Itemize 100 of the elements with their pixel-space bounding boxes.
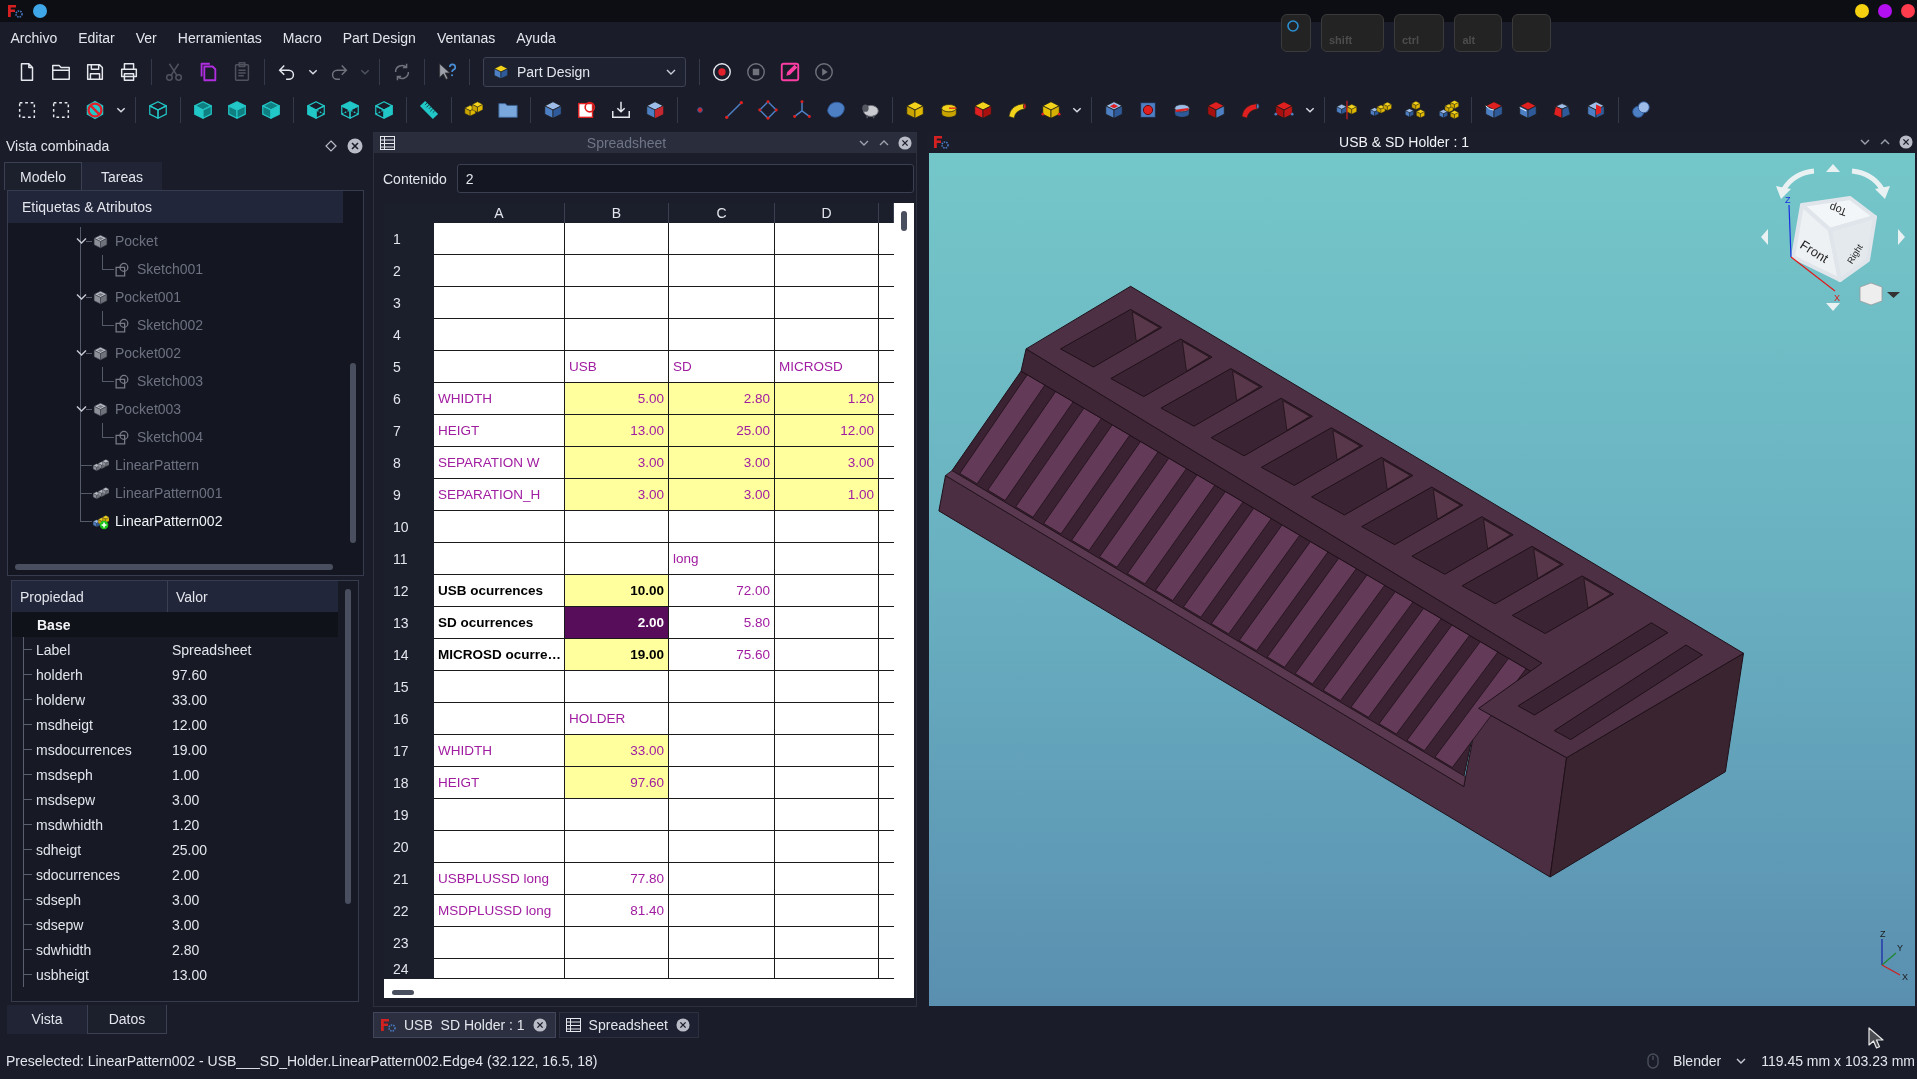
table-cell[interactable]: 97.60 xyxy=(565,767,669,799)
front-view-icon[interactable] xyxy=(192,99,214,121)
table-cell[interactable]: WHIDTH xyxy=(434,383,565,415)
disc-icon[interactable] xyxy=(33,4,47,18)
table-cell[interactable] xyxy=(434,287,565,319)
table-cell[interactable]: 3.00 xyxy=(669,447,775,479)
tree-item[interactable]: LinearPattern001 xyxy=(115,485,223,501)
table-cell[interactable] xyxy=(434,223,565,255)
row-header[interactable]: 18 xyxy=(384,767,434,799)
tab[interactable]: Datos xyxy=(87,1005,167,1034)
row-header[interactable]: 1 xyxy=(384,223,434,255)
property-value[interactable]: Spreadsheet xyxy=(168,637,338,662)
table-cell[interactable] xyxy=(775,575,879,607)
menu-item[interactable]: Ver xyxy=(125,25,168,51)
table-cell[interactable] xyxy=(434,831,565,863)
table-cell[interactable]: 2.00 xyxy=(565,607,669,639)
table-cell[interactable] xyxy=(775,671,879,703)
table-cell[interactable]: SEPARATION_H xyxy=(434,479,565,511)
table-cell[interactable]: 3.00 xyxy=(565,447,669,479)
view-menu-icon[interactable] xyxy=(1859,282,1900,306)
table-cell[interactable]: 13.00 xyxy=(565,415,669,447)
table-cell[interactable]: long xyxy=(669,543,775,575)
row-header[interactable]: 13 xyxy=(384,607,434,639)
chamfer-icon[interactable] xyxy=(1517,99,1539,121)
row-header[interactable]: 3 xyxy=(384,287,434,319)
column-header[interactable]: B xyxy=(565,203,669,223)
polar-pattern-icon[interactable] xyxy=(1404,99,1426,121)
menu-item[interactable]: Editar xyxy=(67,25,126,51)
table-cell[interactable]: 3.00 xyxy=(565,479,669,511)
table-cell[interactable] xyxy=(669,863,775,895)
shape-icon[interactable] xyxy=(825,99,847,121)
row-header[interactable]: 22 xyxy=(384,895,434,927)
table-cell[interactable]: 33.00 xyxy=(565,735,669,767)
row-header[interactable]: 17 xyxy=(384,735,434,767)
menu-item[interactable]: Ayuda xyxy=(505,25,567,51)
table-cell[interactable] xyxy=(775,831,879,863)
table-cell[interactable] xyxy=(669,511,775,543)
scrollbar-thumb[interactable] xyxy=(901,211,907,231)
chevron-down-icon[interactable] xyxy=(75,237,87,245)
table-cell[interactable]: 1.20 xyxy=(775,383,879,415)
close-icon[interactable] xyxy=(347,138,363,154)
table-cell[interactable]: 81.40 xyxy=(565,895,669,927)
table-cell[interactable] xyxy=(775,703,879,735)
scrollbar-thumb[interactable] xyxy=(392,990,414,995)
selection-box-icon[interactable] xyxy=(50,99,72,121)
multi-transform-icon[interactable] xyxy=(1438,99,1460,121)
table-cell[interactable] xyxy=(434,671,565,703)
table-cell[interactable] xyxy=(565,223,669,255)
table-cell[interactable] xyxy=(434,543,565,575)
row-header[interactable]: 6 xyxy=(384,383,434,415)
table-cell[interactable] xyxy=(775,863,879,895)
plane-icon[interactable] xyxy=(757,99,779,121)
axes-icon[interactable] xyxy=(791,99,813,121)
table-cell[interactable]: 77.80 xyxy=(565,863,669,895)
left-view-icon[interactable] xyxy=(373,99,395,121)
navigation-style-dropdown[interactable]: Blender xyxy=(1668,1053,1752,1069)
property-value[interactable]: 19.00 xyxy=(168,737,338,762)
menu-item[interactable]: Herramientas xyxy=(167,25,273,51)
navigation-cube[interactable] xyxy=(1791,196,1877,282)
no-entry-icon[interactable] xyxy=(84,99,106,121)
table-cell[interactable] xyxy=(565,671,669,703)
selection-box-icon[interactable] xyxy=(16,99,38,121)
table-cell[interactable]: 10.00 xyxy=(565,575,669,607)
property-group[interactable]: Base xyxy=(12,612,338,637)
table-cell[interactable] xyxy=(565,255,669,287)
table-cell[interactable]: 75.60 xyxy=(669,639,775,671)
table-cell[interactable]: MSDPLUSSD long xyxy=(434,895,565,927)
row-header[interactable]: 8 xyxy=(384,447,434,479)
property-value[interactable]: 12.00 xyxy=(168,712,338,737)
table-cell[interactable] xyxy=(775,255,879,287)
table-cell[interactable] xyxy=(775,639,879,671)
table-cell[interactable] xyxy=(434,255,565,287)
row-header[interactable]: 5 xyxy=(384,351,434,383)
close-icon[interactable] xyxy=(898,136,912,150)
table-cell[interactable]: 1.00 xyxy=(775,479,879,511)
document-tab[interactable]: Spreadsheet xyxy=(558,1012,699,1038)
table-cell[interactable] xyxy=(565,927,669,959)
property-value[interactable]: 2.80 xyxy=(168,937,338,962)
pocket-icon[interactable] xyxy=(1103,99,1125,121)
property-value[interactable]: 97.60 xyxy=(168,662,338,687)
table-cell[interactable]: 5.00 xyxy=(565,383,669,415)
table-cell[interactable] xyxy=(669,255,775,287)
row-header[interactable]: 24 xyxy=(384,959,434,979)
tree-item[interactable]: Sketch003 xyxy=(137,373,204,389)
table-cell[interactable] xyxy=(565,799,669,831)
tree-item[interactable]: LinearPattern002 xyxy=(115,513,223,529)
chevron-down-icon[interactable] xyxy=(75,293,87,301)
table-cell[interactable] xyxy=(565,511,669,543)
property-value[interactable]: 3.00 xyxy=(168,912,338,937)
property-value[interactable]: 1.20 xyxy=(168,812,338,837)
table-cell[interactable] xyxy=(669,223,775,255)
table-cell[interactable] xyxy=(775,799,879,831)
row-header[interactable]: 7 xyxy=(384,415,434,447)
column-header[interactable]: A xyxy=(434,203,565,223)
tree-item[interactable]: Pocket003 xyxy=(115,401,182,417)
tab[interactable]: Vista xyxy=(7,1005,87,1034)
property-value[interactable]: 13.00 xyxy=(168,962,338,987)
hole-icon[interactable] xyxy=(1137,99,1159,121)
table-cell[interactable] xyxy=(565,287,669,319)
table-cell[interactable] xyxy=(434,351,565,383)
